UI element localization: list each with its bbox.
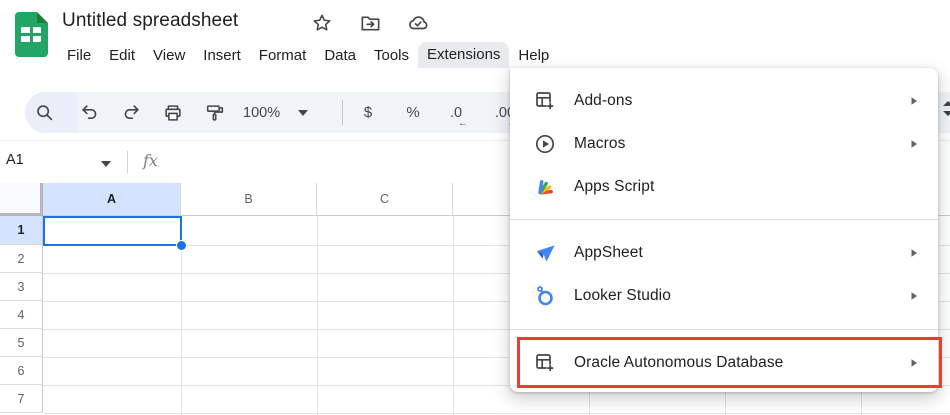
logo-grid — [21, 27, 41, 42]
star-icon[interactable] — [310, 11, 334, 35]
row-header-4[interactable]: 4 — [0, 301, 43, 329]
row-header-1[interactable]: 1 — [0, 216, 43, 245]
menu-help[interactable]: Help — [509, 44, 558, 67]
chevron-down-icon — [298, 110, 308, 116]
percent-format-button[interactable]: % — [400, 92, 426, 133]
decrease-decimal-button[interactable]: .0← — [440, 92, 472, 133]
submenu-arrow-icon — [909, 248, 919, 258]
menu-item-label: AppSheet — [574, 244, 643, 262]
row-header-6[interactable]: 6 — [0, 357, 43, 385]
clipped-toolbar-icon — [941, 98, 950, 120]
selected-cell-a1[interactable] — [43, 216, 182, 246]
menu-item-add-ons[interactable]: Add-ons — [510, 79, 938, 122]
menu-edit[interactable]: Edit — [100, 44, 144, 67]
row-header-3[interactable]: 3 — [0, 273, 43, 301]
menu-item-macros[interactable]: Macros — [510, 122, 938, 165]
toolbar-divider — [342, 100, 343, 125]
row-header-5[interactable]: 5 — [0, 329, 43, 357]
menu-item-label: Apps Script — [574, 178, 654, 196]
formula-bar-divider — [127, 151, 128, 173]
looker-studio-icon — [533, 284, 557, 308]
cloud-check-icon[interactable] — [406, 11, 430, 35]
appsheet-icon — [533, 241, 557, 265]
menu-extensions[interactable]: Extensions — [418, 42, 509, 68]
apps-script-icon — [533, 175, 557, 199]
redo-icon[interactable] — [118, 92, 144, 133]
annotation-highlight-box — [517, 337, 942, 388]
name-box[interactable]: A1 — [6, 152, 24, 168]
menu-item-apps-script[interactable]: Apps Script — [510, 165, 938, 208]
search-icon[interactable] — [32, 92, 58, 133]
play-circle-icon — [533, 132, 557, 156]
logo-fold — [37, 12, 48, 23]
menu-data[interactable]: Data — [315, 44, 365, 67]
submenu-arrow-icon — [909, 291, 919, 301]
column-header-b[interactable]: B — [181, 183, 317, 216]
menu-tools[interactable]: Tools — [365, 44, 418, 67]
menu-item-appsheet[interactable]: AppSheet — [510, 231, 938, 274]
name-box-dropdown-icon[interactable] — [101, 161, 111, 167]
menu-item-label: Add-ons — [574, 92, 632, 110]
document-title[interactable]: Untitled spreadsheet — [62, 10, 238, 32]
zoom-control[interactable]: 100% — [243, 92, 308, 133]
menu-insert[interactable]: Insert — [194, 44, 250, 67]
menu-divider — [510, 219, 938, 220]
zoom-value: 100% — [243, 105, 280, 121]
submenu-arrow-icon — [909, 96, 919, 106]
menu-divider — [510, 329, 938, 330]
menu-item-label: Looker Studio — [574, 287, 671, 305]
submenu-arrow-icon — [909, 139, 919, 149]
menu-format[interactable]: Format — [250, 44, 316, 67]
currency-format-button[interactable]: $ — [355, 92, 381, 133]
select-all-corner[interactable] — [0, 183, 43, 216]
fx-icon: fx — [143, 151, 158, 170]
row-header-7[interactable]: 7 — [0, 385, 43, 413]
fill-handle[interactable] — [176, 240, 187, 251]
addon-icon — [533, 89, 557, 113]
menu-view[interactable]: View — [144, 44, 194, 67]
menubar: File Edit View Insert Format Data Tools … — [58, 42, 558, 68]
folder-move-icon[interactable] — [358, 11, 382, 35]
print-icon[interactable] — [160, 92, 186, 133]
gridline — [43, 413, 950, 414]
menu-item-label: Macros — [574, 135, 625, 153]
menu-item-looker-studio[interactable]: Looker Studio — [510, 274, 938, 317]
column-header-a[interactable]: A — [43, 183, 181, 216]
paint-format-icon[interactable] — [202, 92, 228, 133]
sheets-logo[interactable] — [15, 12, 48, 57]
row-header-2[interactable]: 2 — [0, 245, 43, 273]
column-header-c[interactable]: C — [317, 183, 453, 216]
menu-file[interactable]: File — [58, 44, 100, 67]
undo-icon[interactable] — [77, 92, 103, 133]
